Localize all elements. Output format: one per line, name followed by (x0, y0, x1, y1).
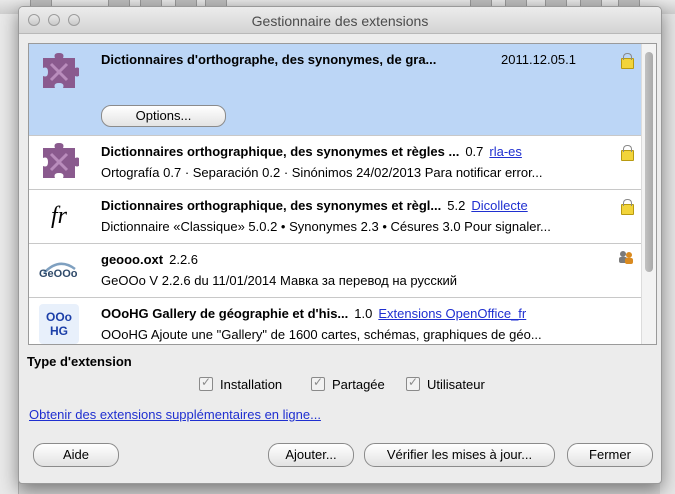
fr-logo-icon: fr (50, 203, 67, 229)
extension-title-line: Dictionnaires d'orthographe, des synonym… (101, 52, 436, 67)
checkbox-icon[interactable] (311, 375, 325, 391)
ooohg-logo-text: OOo (46, 310, 72, 324)
extension-title-line: Dictionnaires orthographique, des synony… (101, 144, 522, 159)
user-label: Utilisateur (427, 377, 485, 392)
extension-name: OOoHG Gallery de géographie et d'his... (101, 306, 349, 321)
extension-row[interactable]: GeOOo geooo.oxt 2.2.6 GeOOo V 2.2.6 du 11… (29, 244, 641, 298)
ooohg-logo-text: HG (50, 324, 68, 338)
extension-name: Dictionnaires d'orthographe, des synonym… (101, 52, 437, 67)
get-more-extensions-link[interactable]: Obtenir des extensions supplémentaires e… (29, 407, 321, 422)
extension-description: Ortografía 0.7 · Separación 0.2 · Sinóni… (101, 165, 543, 180)
publisher-link[interactable]: Extensions OpenOffice_fr (378, 306, 526, 321)
extension-version: 2.2.6 (169, 252, 199, 267)
extension-row[interactable]: Dictionnaires d'orthographe, des synonym… (29, 44, 641, 136)
installation-checkbox[interactable]: Installation (199, 375, 283, 395)
ooohg-logo-icon: OOo HG (39, 304, 79, 344)
extension-version: 2011.12.05.1 (501, 52, 576, 67)
list-scrollbar[interactable] (641, 44, 656, 344)
shared-checkbox[interactable]: Partagée (311, 375, 385, 395)
extension-version: 0.7 (465, 144, 484, 159)
scrollbar-thumb[interactable] (645, 52, 653, 272)
window-title: Gestionnaire des extensions (251, 13, 429, 29)
extension-row[interactable]: Dictionnaires orthographique, des synony… (29, 136, 641, 190)
installation-label: Installation (220, 377, 283, 392)
lock-icon (621, 53, 634, 69)
extension-version: 1.0 (354, 306, 373, 321)
extension-name: Dictionnaires orthographique, des synony… (101, 144, 460, 159)
background-document-margin (0, 14, 19, 494)
extension-title-line: geooo.oxt 2.2.6 (101, 252, 198, 267)
help-button[interactable]: Aide (33, 443, 119, 467)
users-icon (619, 251, 633, 264)
extension-name: geooo.oxt (101, 252, 164, 267)
extension-name: Dictionnaires orthographique, des synony… (101, 198, 442, 213)
checkbox-icon[interactable] (406, 375, 420, 391)
lock-icon (621, 145, 634, 161)
close-button[interactable]: Fermer (567, 443, 653, 467)
publisher-link[interactable]: Dicollecte (471, 198, 527, 213)
extension-list[interactable]: Dictionnaires d'orthographe, des synonym… (28, 43, 657, 345)
extension-description: Dictionnaire «Classique» 5.0.2 • Synonym… (101, 219, 551, 234)
shared-label: Partagée (332, 377, 385, 392)
extension-description: GeOOo V 2.2.6 du 11/01/2014 Мавка за пер… (101, 273, 458, 288)
options-button[interactable]: Options... (101, 105, 226, 127)
extension-version: 5.2 (447, 198, 466, 213)
geooo-logo-icon: GeOOo (39, 251, 79, 291)
check-updates-button[interactable]: Vérifier les mises à jour... (364, 443, 555, 467)
background-document-margin-right (660, 14, 675, 494)
extension-manager-dialog: Gestionnaire des extensions Dictionnaire… (18, 6, 662, 484)
puzzle-piece-icon (43, 53, 79, 88)
extension-description: OOoHG Ajoute une "Gallery" de 1600 carte… (101, 327, 542, 342)
extension-type-heading: Type d'extension (27, 354, 132, 369)
user-checkbox[interactable]: Utilisateur (406, 375, 485, 395)
extension-row[interactable]: OOo HG OOoHG Gallery de géographie et d'… (29, 298, 641, 344)
checkbox-icon[interactable] (199, 375, 213, 391)
title-bar[interactable]: Gestionnaire des extensions (19, 7, 661, 34)
extension-row[interactable]: fr Dictionnaires orthographique, des syn… (29, 190, 641, 244)
geooo-logo-text: GeOOo (39, 268, 78, 280)
lock-icon (621, 199, 634, 215)
publisher-link[interactable]: rla-es (489, 144, 522, 159)
puzzle-piece-icon (43, 143, 79, 178)
extension-title-line: Dictionnaires orthographique, des synony… (101, 198, 528, 213)
add-button[interactable]: Ajouter... (268, 443, 354, 467)
extension-title-line: OOoHG Gallery de géographie et d'his... 1… (101, 306, 526, 321)
